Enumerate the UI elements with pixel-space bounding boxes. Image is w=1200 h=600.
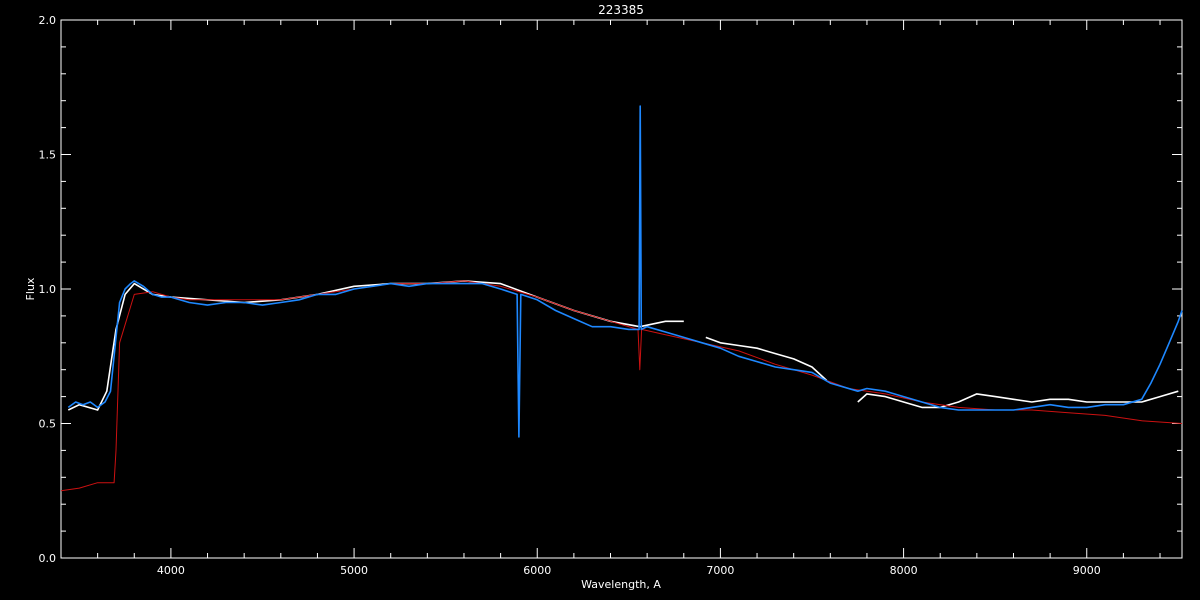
x-axis-label: Wavelength, A (581, 578, 661, 591)
x-tick-label: 8000 (890, 564, 918, 577)
y-tick-label: 0.5 (39, 418, 57, 431)
x-tick-label: 5000 (340, 564, 368, 577)
x-tick-label: 4000 (157, 564, 185, 577)
x-tick-label: 6000 (523, 564, 551, 577)
y-tick-label: 0.0 (39, 552, 57, 565)
y-tick-label: 2.0 (39, 14, 57, 27)
x-tick-label: 7000 (706, 564, 734, 577)
y-tick-label: 1.5 (39, 149, 57, 162)
y-tick-label: 1.0 (39, 283, 57, 296)
x-tick-label: 9000 (1073, 564, 1101, 577)
chart-title: 223385 (598, 3, 644, 17)
spectrum-chart: 223385 Wavelength, A Flux 4000 5000 6000 70… (0, 0, 1200, 600)
y-axis-label: Flux (24, 277, 37, 300)
